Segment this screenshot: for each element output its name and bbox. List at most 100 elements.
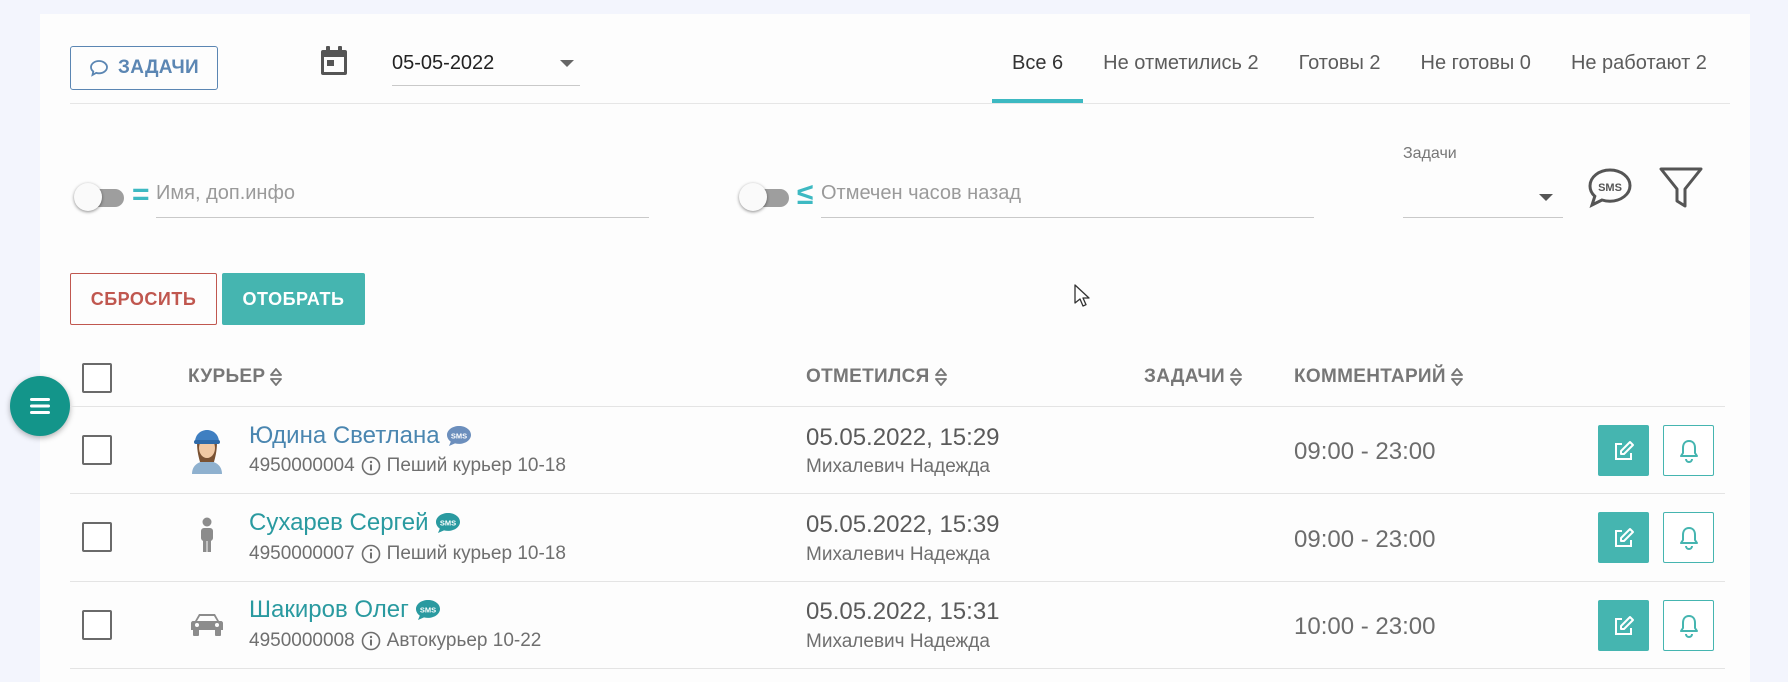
edit-button[interactable] [1598, 425, 1649, 476]
tab-all[interactable]: Все 6 [992, 40, 1084, 104]
comment-cell: 09:00 - 23:00 [1294, 526, 1436, 553]
courier-type: Пеший курьер 10-18 [386, 543, 566, 564]
name-filter-toggle[interactable] [74, 183, 130, 211]
column-checked-in-label: ОТМЕТИЛСЯ [806, 366, 930, 387]
woman-courier-avatar [192, 430, 222, 474]
edit-icon [1614, 440, 1634, 460]
comment-cell: 10:00 - 23:00 [1294, 613, 1436, 640]
courier-name-cell: Юдина Светлана SMS [249, 422, 472, 450]
checkin-time: 05.05.2022, 15:29 [806, 424, 1000, 451]
table-divider [70, 493, 1725, 494]
courier-details: 4950000004 Пеший курьер 10-18 [249, 455, 566, 477]
chevron-down-icon [560, 60, 574, 67]
tab-not-checked-in[interactable]: Не отметились 2 [1083, 40, 1278, 104]
sms-bubble-icon[interactable]: SMS [446, 425, 472, 447]
bell-icon [1679, 439, 1698, 463]
svg-text:SMS: SMS [451, 432, 467, 441]
sms-bubble-icon[interactable]: SMS [415, 599, 441, 621]
edit-button[interactable] [1598, 600, 1649, 651]
courier-type: Пеший курьер 10-18 [386, 455, 566, 476]
courier-name-link[interactable]: Сухарев Сергей [249, 509, 429, 537]
edit-button[interactable] [1598, 512, 1649, 563]
column-courier[interactable]: КУРЬЕР [188, 366, 283, 388]
svg-text:SMS: SMS [439, 519, 455, 528]
info-icon[interactable] [361, 544, 381, 564]
info-icon[interactable] [361, 631, 381, 651]
svg-text:SMS: SMS [1598, 182, 1622, 194]
courier-name-cell: Шакиров Олег SMS [249, 596, 441, 624]
table-divider [70, 406, 1725, 407]
courier-name-link[interactable]: Шакиров Олег [249, 596, 409, 624]
date-value: 05-05-2022 [392, 52, 495, 74]
notify-button[interactable] [1663, 425, 1714, 476]
sms-bubble-icon[interactable]: SMS [435, 512, 461, 534]
checkin-by: Михалевич Надежда [806, 544, 990, 565]
hours-filter-field[interactable] [821, 174, 1314, 218]
svg-text:SMS: SMS [420, 606, 436, 615]
sms-icon[interactable]: SMS [1587, 167, 1633, 209]
tasks-button[interactable]: ЗАДАЧИ [70, 46, 218, 90]
name-search-input[interactable] [156, 174, 649, 205]
date-picker[interactable]: 05-05-2022 [392, 44, 580, 86]
courier-name-link[interactable]: Юдина Светлана [249, 422, 440, 450]
column-comment-label: КОММЕНТАРИЙ [1294, 366, 1446, 387]
status-tabs: Все 6 Не отметились 2 Готовы 2 Не готовы… [992, 40, 1727, 104]
sort-icon [1450, 368, 1463, 386]
row-checkbox[interactable] [82, 610, 112, 640]
person-icon [201, 517, 213, 552]
select-all-checkbox[interactable] [82, 363, 112, 393]
menu-fab[interactable] [10, 376, 70, 436]
apply-button[interactable]: ОТОБРАТЬ [222, 273, 365, 325]
checkin-time: 05.05.2022, 15:39 [806, 511, 1000, 538]
tab-not-working[interactable]: Не работают 2 [1551, 40, 1727, 104]
courier-phone: 4950000008 [249, 630, 355, 651]
mouse-cursor-icon [1074, 284, 1090, 307]
hours-input[interactable] [821, 174, 1314, 205]
tab-not-ready[interactable]: Не готовы 0 [1401, 40, 1551, 104]
courier-details: 4950000008 Автокурьер 10-22 [249, 630, 541, 652]
sort-icon [1230, 368, 1242, 386]
row-checkbox[interactable] [82, 522, 112, 552]
column-comment[interactable]: КОММЕНТАРИЙ [1294, 366, 1464, 388]
courier-details: 4950000007 Пеший курьер 10-18 [249, 543, 566, 565]
table-divider [70, 668, 1725, 669]
row-checkbox[interactable] [82, 435, 112, 465]
hours-operator[interactable]: ≤ [797, 178, 813, 212]
tasks-select-label: Задачи [1403, 145, 1457, 162]
tab-ready[interactable]: Готовы 2 [1279, 40, 1401, 104]
checkin-by: Михалевич Надежда [806, 456, 990, 477]
car-icon [191, 614, 223, 636]
tasks-select[interactable] [1403, 174, 1563, 218]
courier-name-cell: Сухарев Сергей SMS [249, 509, 461, 537]
hours-filter-toggle[interactable] [739, 183, 795, 211]
name-filter-field[interactable] [156, 174, 649, 218]
column-tasks[interactable]: ЗАДАЧИ [1144, 366, 1243, 388]
calendar-icon[interactable] [320, 46, 348, 76]
edit-icon [1614, 527, 1634, 547]
bell-icon [1679, 526, 1698, 550]
reset-button[interactable]: СБРОСИТЬ [70, 273, 217, 325]
courier-phone: 4950000004 [249, 455, 355, 476]
notify-button[interactable] [1663, 600, 1714, 651]
checkin-time: 05.05.2022, 15:31 [806, 598, 1000, 625]
sort-icon [270, 368, 283, 386]
table-divider [70, 581, 1725, 582]
comment-cell: 09:00 - 23:00 [1294, 438, 1436, 465]
checkin-by: Михалевич Надежда [806, 631, 990, 652]
funnel-icon[interactable] [1658, 165, 1704, 211]
column-courier-label: КУРЬЕР [188, 366, 266, 387]
courier-type: Автокурьер 10-22 [386, 630, 542, 651]
info-icon[interactable] [361, 456, 381, 476]
sort-icon [934, 368, 947, 386]
edit-icon [1614, 615, 1634, 635]
column-tasks-label: ЗАДАЧИ [1144, 366, 1225, 387]
name-operator[interactable]: = [132, 178, 150, 212]
column-checked-in[interactable]: ОТМЕТИЛСЯ [806, 366, 948, 388]
hamburger-icon [30, 398, 50, 414]
notify-button[interactable] [1663, 512, 1714, 563]
tasks-button-label: ЗАДАЧИ [118, 57, 199, 78]
chevron-down-icon [1539, 194, 1553, 201]
bell-icon [1679, 614, 1698, 638]
tabs-divider [70, 103, 1730, 104]
courier-phone: 4950000007 [249, 543, 355, 564]
